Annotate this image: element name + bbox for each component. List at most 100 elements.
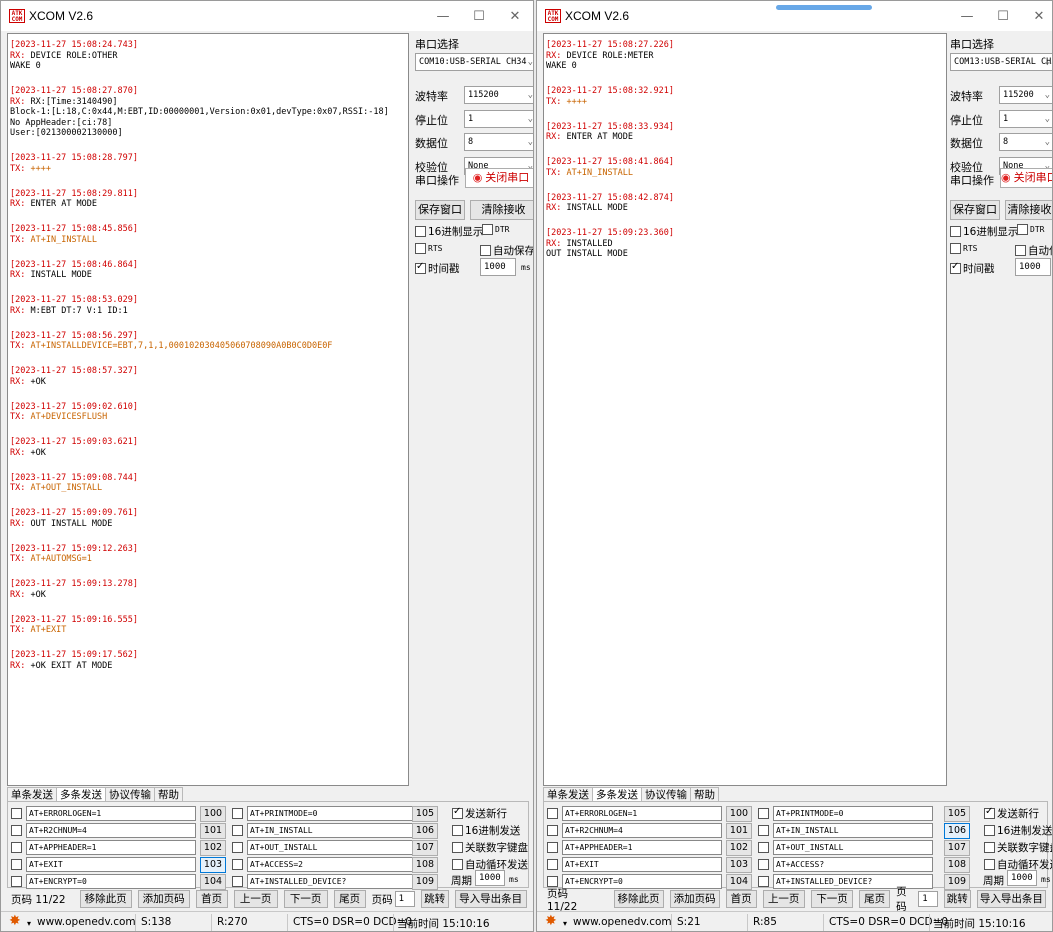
dropdown-icon[interactable]: ▾ — [27, 919, 31, 928]
send-cmd-button[interactable]: 106 — [412, 823, 438, 839]
cmd-checkbox[interactable] — [11, 808, 22, 819]
first-page-button[interactable]: 首页 — [195, 890, 228, 908]
tab-0[interactable]: 单条发送 — [7, 787, 57, 802]
page-input[interactable]: 1 — [918, 891, 938, 907]
add-page-button[interactable]: 添加页码 — [137, 890, 190, 908]
port-select[interactable]: COM13:USB-SERIAL CH34 ⌄ — [950, 53, 1052, 71]
remove-page-button[interactable]: 移除此页 — [613, 890, 664, 908]
import-export-button[interactable]: 导入导出条目 — [454, 890, 527, 908]
send-cmd-button[interactable]: 103 — [200, 857, 226, 873]
checkbox-box[interactable] — [950, 261, 961, 274]
auto-save-checkbox[interactable]: 自动保存 — [1015, 243, 1052, 258]
send-cmd-button[interactable]: 105 — [412, 806, 438, 822]
cmd-checkbox[interactable] — [11, 825, 22, 836]
send-cmd-button[interactable]: 101 — [200, 823, 226, 839]
jump-button[interactable]: 跳转 — [420, 890, 449, 908]
page-input[interactable]: 1 — [394, 891, 415, 907]
baud-rate-select[interactable]: 115200 ⌄ — [464, 86, 533, 104]
cmd-checkbox[interactable] — [11, 859, 22, 870]
checkbox-box[interactable] — [984, 825, 995, 836]
send-cmd-button[interactable]: 100 — [200, 806, 226, 822]
cmd-checkbox[interactable] — [758, 825, 769, 836]
rts-checkbox[interactable]: RTS — [415, 243, 442, 254]
send-cmd-button[interactable]: 107 — [944, 840, 970, 856]
cmd-input[interactable]: AT+ERRORLOGEN=1 — [562, 806, 722, 821]
period-input[interactable]: 1000 — [1007, 870, 1037, 886]
tab-1[interactable]: 多条发送 — [592, 787, 642, 802]
save-window-button[interactable]: 保存窗口 — [950, 200, 1000, 220]
minimize-icon[interactable]: — — [425, 1, 461, 31]
first-page-button[interactable]: 首页 — [725, 890, 757, 908]
cmd-checkbox[interactable] — [547, 808, 558, 819]
receive-area[interactable]: [2023-11-27 15:08:24.743] RX: DEVICE ROLE… — [7, 33, 409, 786]
cmd-input[interactable]: AT+INSTALLED_DEVICE? — [247, 874, 417, 889]
save-window-button[interactable]: 保存窗口 — [415, 200, 465, 220]
checkbox-box[interactable] — [415, 226, 426, 237]
prev-page-button[interactable]: 上一页 — [762, 890, 805, 908]
checkbox-box[interactable] — [452, 859, 463, 870]
cmd-input[interactable]: AT+R2CHNUM=4 — [26, 823, 196, 838]
send-cmd-button[interactable]: 100 — [726, 806, 752, 822]
send-cmd-button[interactable]: 108 — [412, 857, 438, 873]
checkbox-box[interactable] — [482, 224, 493, 235]
send-cmd-button[interactable]: 109 — [412, 874, 438, 890]
timestamp-interval-input[interactable]: 1000 — [480, 258, 516, 276]
import-export-button[interactable]: 导入导出条目 — [976, 890, 1046, 908]
cmd-checkbox[interactable] — [232, 859, 243, 870]
cmd-checkbox[interactable] — [547, 842, 558, 853]
checkbox-box[interactable] — [950, 226, 961, 237]
baud-rate-select[interactable]: 115200 ⌄ — [999, 86, 1052, 104]
stop-bits-select[interactable]: 1 ⌄ — [999, 110, 1052, 128]
checkbox-box[interactable] — [984, 806, 995, 819]
receive-area[interactable]: [2023-11-27 15:08:27.226] RX: DEVICE ROLE… — [543, 33, 947, 786]
cmd-input[interactable]: AT+APPHEADER=1 — [562, 840, 722, 855]
send-cmd-button[interactable]: 108 — [944, 857, 970, 873]
cmd-input[interactable]: AT+ERRORLOGEN=1 — [26, 806, 196, 821]
dtr-checkbox[interactable]: DTR — [1017, 224, 1044, 235]
remove-page-button[interactable]: 移除此页 — [79, 890, 132, 908]
maximize-icon[interactable]: ☐ — [985, 1, 1021, 31]
cmd-checkbox[interactable] — [232, 825, 243, 836]
maximize-icon[interactable]: ☐ — [461, 1, 497, 31]
cmd-input[interactable]: AT+ENCRYPT=0 — [26, 874, 196, 889]
period-input[interactable]: 1000 — [475, 870, 505, 886]
cmd-checkbox[interactable] — [232, 808, 243, 819]
send-cmd-button[interactable]: 109 — [944, 874, 970, 890]
hex_send-checkbox[interactable]: 16进制发送 — [452, 823, 520, 838]
cmd-checkbox[interactable] — [232, 876, 243, 887]
close-icon[interactable]: ✕ — [1021, 1, 1052, 31]
last-page-button[interactable]: 尾页 — [859, 890, 891, 908]
cmd-input[interactable]: AT+EXIT — [26, 857, 196, 872]
cmd-input[interactable]: AT+PRINTMODE=0 — [247, 806, 417, 821]
gear-icon[interactable]: ✸ — [545, 913, 557, 929]
title-bar[interactable]: ATK COM XCOM V2.6 — ☐ ✕ — [1, 1, 533, 31]
cmd-checkbox[interactable] — [547, 859, 558, 870]
send-cmd-button[interactable]: 105 — [944, 806, 970, 822]
hex-display-checkbox[interactable]: 16进制显示 — [415, 224, 483, 239]
checkbox-box[interactable] — [1015, 245, 1026, 256]
next-page-button[interactable]: 下一页 — [283, 890, 328, 908]
hex_send-checkbox[interactable]: 16进制发送 — [984, 823, 1052, 838]
data-bits-select[interactable]: 8 ⌄ — [999, 133, 1052, 151]
send-cmd-button[interactable]: 101 — [726, 823, 752, 839]
stop-bits-select[interactable]: 1 ⌄ — [464, 110, 533, 128]
send-cmd-button[interactable]: 107 — [412, 840, 438, 856]
minimize-icon[interactable]: — — [949, 1, 985, 31]
hex-display-checkbox[interactable]: 16进制显示 — [950, 224, 1018, 239]
cmd-input[interactable]: AT+IN_INSTALL — [773, 823, 933, 838]
prev-page-button[interactable]: 上一页 — [233, 890, 278, 908]
checkbox-box[interactable] — [415, 261, 426, 274]
checkbox-box[interactable] — [1017, 224, 1028, 235]
keyboard-checkbox[interactable]: 关联数字键盘 — [452, 840, 528, 855]
send-cmd-button[interactable]: 106 — [944, 823, 970, 839]
tab-1[interactable]: 多条发送 — [56, 787, 106, 802]
checkbox-box[interactable] — [480, 245, 491, 256]
tab-3[interactable]: 帮助 — [154, 787, 183, 802]
cmd-checkbox[interactable] — [758, 808, 769, 819]
cmd-input[interactable]: AT+R2CHNUM=4 — [562, 823, 722, 838]
cmd-checkbox[interactable] — [11, 842, 22, 853]
timestamp-interval-input[interactable]: 1000 — [1015, 258, 1051, 276]
cmd-input[interactable]: AT+EXIT — [562, 857, 722, 872]
tab-3[interactable]: 帮助 — [690, 787, 719, 802]
newline-checkbox[interactable]: 发送新行 — [452, 806, 507, 821]
